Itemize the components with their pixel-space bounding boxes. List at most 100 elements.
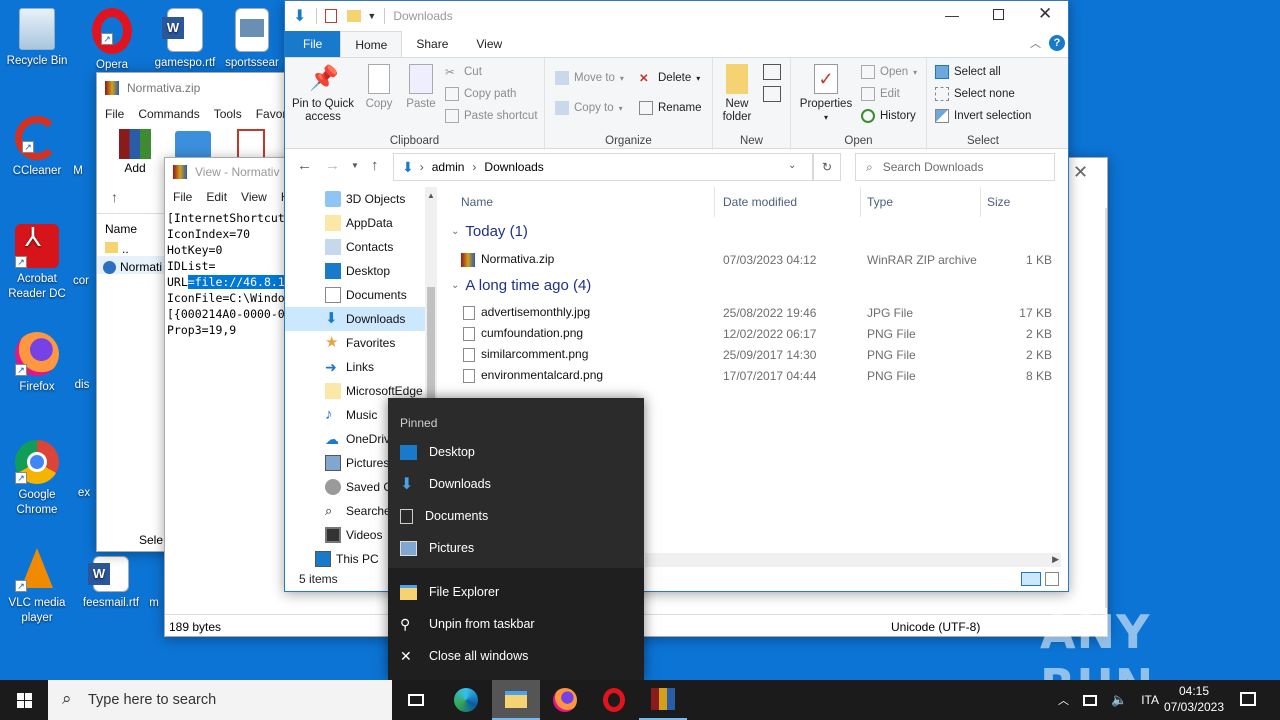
menu-file[interactable]: File: [173, 190, 192, 204]
desktop-icon-acrobat[interactable]: ⅄ ↗ Acrobat Reader DC: [0, 224, 74, 302]
edit-button[interactable]: Edit: [861, 84, 900, 104]
address-bar[interactable]: ⬇ › admin › Downloads ⌄: [393, 153, 813, 181]
invert-selection-button[interactable]: Invert selection: [935, 106, 1031, 126]
desktop-icon-chrome[interactable]: ↗ Google Chrome: [0, 440, 74, 518]
paste-shortcut-button[interactable]: Paste shortcut: [445, 106, 538, 126]
copy-button[interactable]: Copy: [361, 64, 397, 111]
scroll-right-icon[interactable]: ▶: [1052, 554, 1059, 565]
history-button[interactable]: History: [861, 106, 916, 126]
tab-share[interactable]: Share: [402, 31, 462, 57]
minimize-button[interactable]: —: [945, 7, 959, 23]
add-button[interactable]: Add: [115, 129, 155, 175]
menu-commands[interactable]: Commands: [138, 107, 199, 121]
address-dropdown-icon[interactable]: ⌄: [788, 160, 796, 171]
breadcrumb-downloads[interactable]: Downloads: [484, 160, 543, 174]
clock[interactable]: 04:15 07/03/2023: [1162, 683, 1226, 715]
recent-locations-icon[interactable]: ▼: [351, 161, 359, 170]
input-language[interactable]: ITA: [1141, 693, 1159, 707]
properties-check-icon[interactable]: [325, 9, 338, 23]
winrar-up-button[interactable]: ↑: [111, 189, 118, 205]
jump-list-unpin[interactable]: ⚲ Unpin from taskbar: [388, 608, 644, 640]
taskbar-firefox[interactable]: [541, 680, 589, 720]
nav-contacts[interactable]: Contacts: [285, 235, 437, 259]
file-row[interactable]: cumfoundation.png 12/02/2022 06:17 PNG F…: [445, 323, 1060, 344]
desktop-icon-feesmail[interactable]: W feesmail.rtf: [74, 556, 148, 611]
taskbar-file-explorer[interactable]: [492, 680, 540, 720]
desktop-icon-dis[interactable]: dis: [68, 366, 96, 393]
network-icon[interactable]: [1083, 694, 1097, 706]
desktop-icon-opera[interactable]: ↗ Opera: [75, 8, 149, 73]
file-row[interactable]: advertisemonthly.jpg 25/08/2022 19:46 JP…: [445, 302, 1060, 323]
menu-tools[interactable]: Tools: [214, 107, 242, 121]
winrar-titlebar[interactable]: Normativa.zip: [97, 73, 295, 103]
desktop-icon-m[interactable]: M: [60, 152, 96, 179]
select-all-button[interactable]: Select all: [935, 62, 1001, 82]
back-arrow-icon[interactable]: ←: [297, 157, 312, 174]
tab-view[interactable]: View: [462, 31, 516, 57]
rename-button[interactable]: Rename: [639, 98, 701, 118]
new-item-icon[interactable]: [763, 64, 781, 80]
desktop-icon-ex[interactable]: ex: [72, 474, 96, 501]
notification-icon[interactable]: [1240, 692, 1256, 706]
open-button[interactable]: Open ▾: [861, 62, 917, 82]
properties-button[interactable]: ✓ Properties ▾: [795, 64, 857, 124]
copy-path-button[interactable]: Copy path: [445, 84, 516, 104]
breadcrumb-admin[interactable]: admin: [432, 160, 465, 174]
column-name[interactable]: Name: [97, 214, 167, 236]
column-type[interactable]: Type: [861, 187, 981, 217]
file-row[interactable]: similarcomment.png 25/09/2017 14:30 PNG …: [445, 344, 1060, 365]
nav-downloads[interactable]: ⬇ Downloads: [285, 307, 437, 331]
jump-list-item-documents[interactable]: Documents: [388, 500, 644, 532]
pin-quick-access-button[interactable]: 📌 Pin to Quick access: [289, 64, 357, 124]
chevron-down-icon[interactable]: ▼: [367, 11, 376, 21]
tab-file[interactable]: File: [285, 31, 341, 57]
nav-links[interactable]: ➜ Links: [285, 355, 437, 379]
tab-home[interactable]: Home: [340, 31, 403, 57]
jump-list-item-desktop[interactable]: Desktop: [388, 436, 644, 468]
jump-list-close-all[interactable]: ✕ Close all windows: [388, 640, 644, 672]
paste-button[interactable]: Paste: [403, 64, 439, 111]
list-item[interactable]: Normati: [97, 256, 167, 275]
column-date-modified[interactable]: Date modified: [717, 187, 861, 217]
select-none-button[interactable]: Select none: [935, 84, 1015, 104]
search-input[interactable]: ⌕ Search Downloads: [855, 153, 1055, 181]
group-header-today[interactable]: ⌄ Today (1): [451, 223, 528, 240]
list-item[interactable]: ..: [97, 236, 167, 256]
horizontal-scrollbar[interactable]: ▶: [645, 553, 1061, 567]
start-button[interactable]: [0, 680, 48, 720]
volume-icon[interactable]: 🔈: [1111, 692, 1127, 708]
collapse-ribbon-icon[interactable]: ︿: [1030, 35, 1041, 51]
refresh-button[interactable]: ↻: [813, 153, 841, 181]
nav-documents[interactable]: Documents: [285, 283, 437, 307]
close-button[interactable]: ✕: [1038, 4, 1052, 24]
taskbar-winrar[interactable]: [639, 680, 687, 720]
large-icons-view-icon[interactable]: [1045, 572, 1059, 586]
copy-to-button[interactable]: Copy to ▾: [555, 98, 623, 118]
details-view-icon[interactable]: [1021, 572, 1041, 586]
desktop-icon-cor[interactable]: cor: [66, 262, 96, 289]
maximize-button[interactable]: [993, 9, 1004, 20]
column-name[interactable]: Name: [455, 187, 715, 217]
menu-edit[interactable]: Edit: [206, 190, 227, 204]
task-view-button[interactable]: [392, 680, 440, 720]
jump-list-file-explorer[interactable]: File Explorer: [388, 576, 644, 608]
jump-list-item-downloads[interactable]: ⬇ Downloads: [388, 468, 644, 500]
desktop-icon-firefox[interactable]: ↗ Firefox: [0, 332, 74, 395]
viewer-text[interactable]: [InternetShortcut] IconIndex=70 HotKey=0 ID…: [167, 210, 287, 610]
taskbar-edge[interactable]: [442, 680, 490, 720]
file-row[interactable]: Normativa.zip 07/03/2023 04:12 WinRAR ZI…: [445, 249, 1060, 270]
up-arrow-icon[interactable]: ↑: [371, 157, 379, 174]
cut-button[interactable]: ✂ Cut: [445, 62, 482, 82]
show-hidden-icons-icon[interactable]: ︿: [1058, 692, 1069, 708]
column-size[interactable]: Size: [981, 187, 1061, 217]
viewer-close-button[interactable]: ✕: [1073, 162, 1088, 183]
scroll-up-icon[interactable]: ▲: [425, 187, 437, 200]
jump-list-item-pictures[interactable]: Pictures: [388, 532, 644, 564]
folder-icon[interactable]: [175, 131, 211, 159]
new-folder-icon[interactable]: [347, 10, 362, 22]
nav-desktop[interactable]: Desktop: [285, 259, 437, 283]
nav-3d-objects[interactable]: 3D Objects: [285, 187, 437, 211]
nav-appdata[interactable]: AppData: [285, 211, 437, 235]
easy-access-icon[interactable]: [763, 86, 781, 102]
desktop-icon-gamespo[interactable]: W gamespo.rtf: [148, 8, 222, 71]
